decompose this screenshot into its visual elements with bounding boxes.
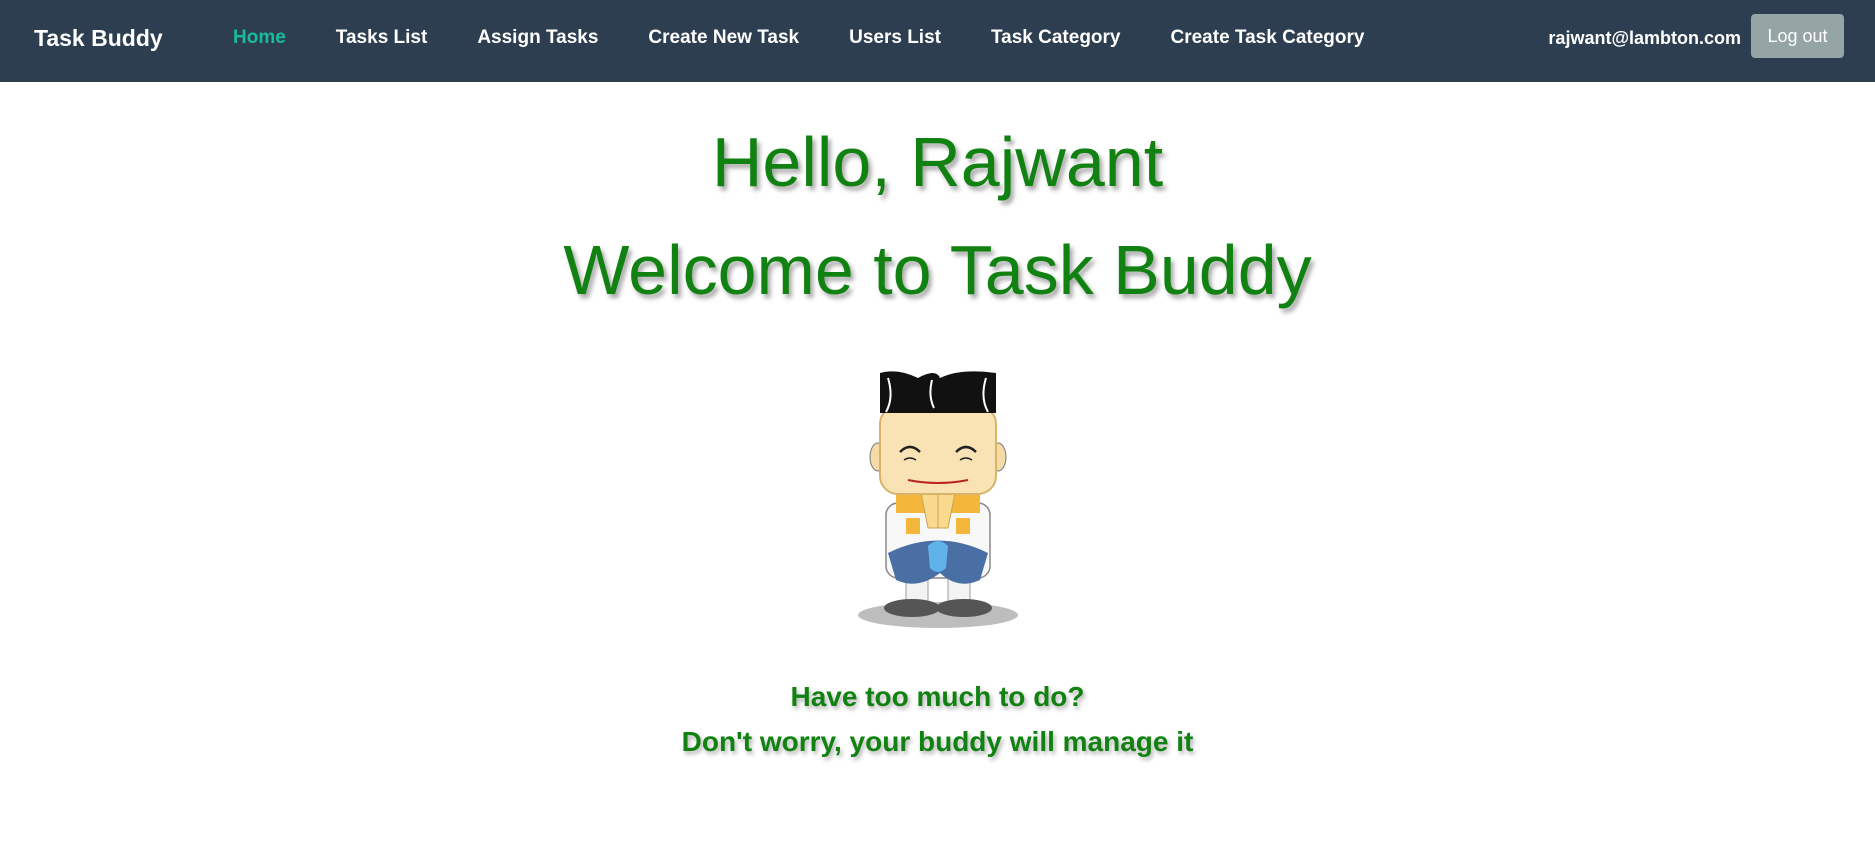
nav-item-create-new-task: Create New Task [648,26,799,50]
top-navbar: Task Buddy Home Tasks List Assign Tasks … [0,0,1875,82]
nav-link-task-category[interactable]: Task Category [991,27,1121,48]
brand-link[interactable]: Task Buddy [34,24,163,52]
nav-item-task-category: Task Category [991,26,1121,50]
logout-button[interactable]: Log out [1751,14,1844,58]
nav-item-assign-tasks: Assign Tasks [477,26,598,50]
welcome-heading: Welcome to Task Buddy [563,231,1312,309]
nav-item-tasks-list: Tasks List [336,26,428,50]
nav-item-users-list: Users List [849,26,941,50]
nav-link-users-list[interactable]: Users List [849,27,941,48]
tagline-line-2: Don't worry, your buddy will manage it [681,726,1194,757]
nav-link-create-new-task[interactable]: Create New Task [648,27,799,48]
nav-link-assign-tasks[interactable]: Assign Tasks [477,27,598,48]
nav-link-tasks-list[interactable]: Tasks List [336,27,428,48]
main-content: Hello, Rajwant Welcome to Task Buddy Hav… [0,82,1875,764]
tagline-line-1: Have too much to do? [790,681,1085,712]
namaste-mascot-icon [857,371,1018,628]
nav-link-create-task-category[interactable]: Create Task Category [1171,27,1365,48]
user-email: rajwant@lambton.com [1548,28,1741,48]
tagline: Have too much to do? Don't worry, your b… [0,674,1875,764]
nav-item-home: Home [233,26,286,50]
nav-link-home[interactable]: Home [233,27,286,48]
nav-item-create-task-category: Create Task Category [1171,26,1365,50]
greeting-heading: Hello, Rajwant [711,123,1164,201]
nav-links: Home Tasks List Assign Tasks Create New … [233,26,1414,50]
